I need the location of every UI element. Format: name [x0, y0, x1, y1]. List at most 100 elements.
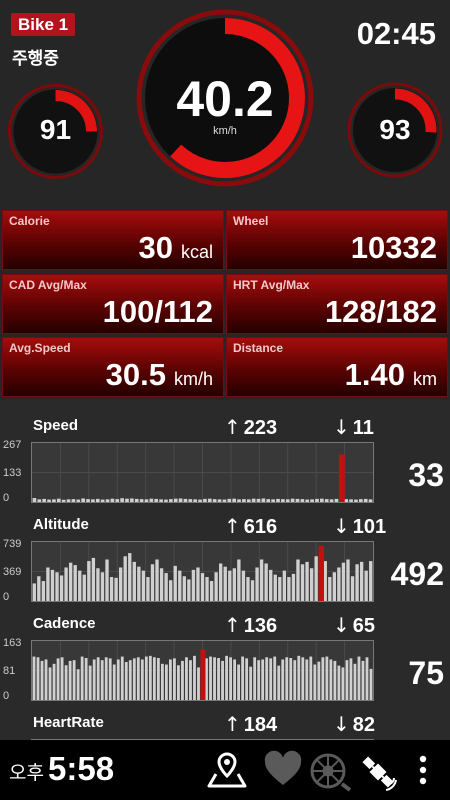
- chart-bar: [255, 567, 259, 601]
- chart-bar: [112, 664, 116, 700]
- chart-bar: [156, 658, 160, 700]
- chart-bar: [361, 660, 365, 700]
- bike-badge[interactable]: Bike 1: [11, 13, 76, 36]
- chart-max: ↑ 136: [224, 613, 277, 638]
- tile-calorie[interactable]: Calorie 30 kcal: [2, 210, 224, 270]
- chart-bar: [369, 668, 373, 700]
- chart-min: ↓ 101: [333, 514, 386, 539]
- y-tick: 81: [3, 665, 16, 677]
- speed-unit: km/h: [213, 125, 237, 137]
- chart-bar: [64, 567, 68, 601]
- speed-chart[interactable]: Speed ↑ 223 ↓ 11 267 133 0 33: [0, 400, 450, 504]
- cadence-chart[interactable]: Cadence ↑ 136 ↓ 65 163 81 0 75: [0, 598, 450, 702]
- chart-bar: [96, 568, 100, 601]
- chart-bar: [259, 559, 264, 601]
- chart-bar: [200, 573, 205, 601]
- chart-bar: [169, 659, 172, 700]
- chart-bar: [346, 559, 350, 601]
- tile-label: Wheel: [233, 214, 269, 228]
- speed-plot[interactable]: [31, 442, 374, 503]
- chart-bar: [265, 657, 269, 700]
- chart-bar: [237, 559, 241, 601]
- tile-distance[interactable]: Distance 1.40 km: [226, 337, 448, 397]
- chart-bar: [257, 660, 261, 700]
- current-position-marker: [200, 649, 206, 700]
- satellite-icon[interactable]: [356, 750, 400, 794]
- chart-bar: [289, 658, 293, 700]
- chart-bar: [232, 568, 236, 601]
- cycling-computer-screen: Bike 1 주행중 02:45 91 40.2 km/h 93 Calorie…: [0, 0, 450, 800]
- y-tick: 163: [3, 637, 22, 649]
- chart-bar: [301, 657, 305, 700]
- chart-bar: [291, 573, 296, 601]
- chart-bar: [105, 559, 109, 601]
- tile-heartrate-avg-max[interactable]: HRT Avg/Max 128/182: [226, 274, 448, 334]
- tile-value: 128/182: [325, 296, 437, 327]
- right-gauge-value: 93: [379, 114, 411, 145]
- chart-bar: [164, 573, 168, 601]
- chart-bar: [309, 656, 313, 700]
- chart-bar: [177, 665, 180, 700]
- chart-bar: [136, 657, 140, 700]
- chart-bar: [50, 569, 55, 601]
- tile-avg-speed[interactable]: Avg.Speed 30.5 km/h: [2, 337, 224, 397]
- chart-bar: [191, 569, 196, 601]
- chart-bar: [264, 563, 268, 601]
- ride-timer: 02:45: [356, 16, 436, 51]
- chart-bar: [164, 664, 168, 700]
- chart-bar: [214, 572, 218, 601]
- up-arrow-icon: ↑: [224, 514, 241, 538]
- chart-current-value: 75: [408, 655, 444, 691]
- chart-bar: [337, 567, 341, 601]
- chart-bar: [337, 665, 341, 700]
- chart-bar: [78, 570, 82, 601]
- tile-cadence-avg-max[interactable]: CAD Avg/Max 100/112: [2, 274, 224, 334]
- chart-bar: [56, 658, 60, 700]
- chart-title: Speed: [33, 417, 79, 434]
- current-position-marker: [318, 545, 324, 601]
- right-gauge[interactable]: 93: [345, 80, 445, 180]
- wheel-icon[interactable]: [308, 750, 352, 792]
- chart-bar: [68, 660, 72, 700]
- speed-gauge[interactable]: 40.2 km/h: [135, 8, 315, 188]
- chart-bar: [237, 664, 241, 700]
- cadence-plot[interactable]: [31, 640, 374, 701]
- chart-bar: [55, 572, 59, 601]
- chart-bar: [285, 657, 289, 700]
- chart-min: ↓ 65: [333, 613, 375, 638]
- chart-bar: [321, 657, 325, 700]
- chart-max-value: 616: [243, 516, 278, 538]
- chart-bar: [100, 660, 104, 700]
- chart-bar: [159, 568, 164, 601]
- chart-bar: [309, 568, 314, 601]
- chart-min-value: 82: [352, 714, 376, 736]
- chart-bar: [223, 566, 227, 601]
- chart-bar: [297, 655, 301, 700]
- chart-bar: [233, 659, 236, 700]
- chart-bar: [341, 562, 346, 601]
- speed-value: 40.2: [176, 71, 274, 127]
- left-gauge[interactable]: 91: [6, 82, 105, 181]
- heart-icon[interactable]: [263, 750, 303, 790]
- chart-bar: [178, 570, 182, 601]
- altitude-chart[interactable]: Altitude ↑ 616 ↓ 101 739 369 0 492: [0, 499, 450, 603]
- chart-bar: [241, 570, 246, 601]
- chart-bar: [88, 665, 92, 700]
- chart-bar: [128, 660, 132, 700]
- tile-wheel[interactable]: Wheel 10332: [226, 210, 448, 270]
- more-icon[interactable]: [415, 750, 431, 790]
- chart-bar: [313, 664, 317, 700]
- chart-bar: [333, 660, 337, 700]
- chart-max: ↑ 184: [224, 712, 277, 737]
- up-arrow-icon: ↑: [224, 712, 241, 736]
- chart-bar: [329, 659, 333, 700]
- chart-bar: [73, 565, 77, 601]
- chart-bar: [72, 660, 76, 700]
- clock-time: 5:58: [48, 750, 115, 787]
- map-icon[interactable]: [206, 750, 248, 790]
- altitude-plot[interactable]: [31, 541, 374, 602]
- heartrate-chart[interactable]: HeartRate ↑ 184 ↓ 82: [0, 697, 450, 740]
- history-charts[interactable]: Speed ↑ 223 ↓ 11 267 133 0 33 Altitude ↑ 61…: [0, 400, 450, 740]
- chart-bar: [128, 553, 132, 601]
- chart-bar: [48, 667, 52, 700]
